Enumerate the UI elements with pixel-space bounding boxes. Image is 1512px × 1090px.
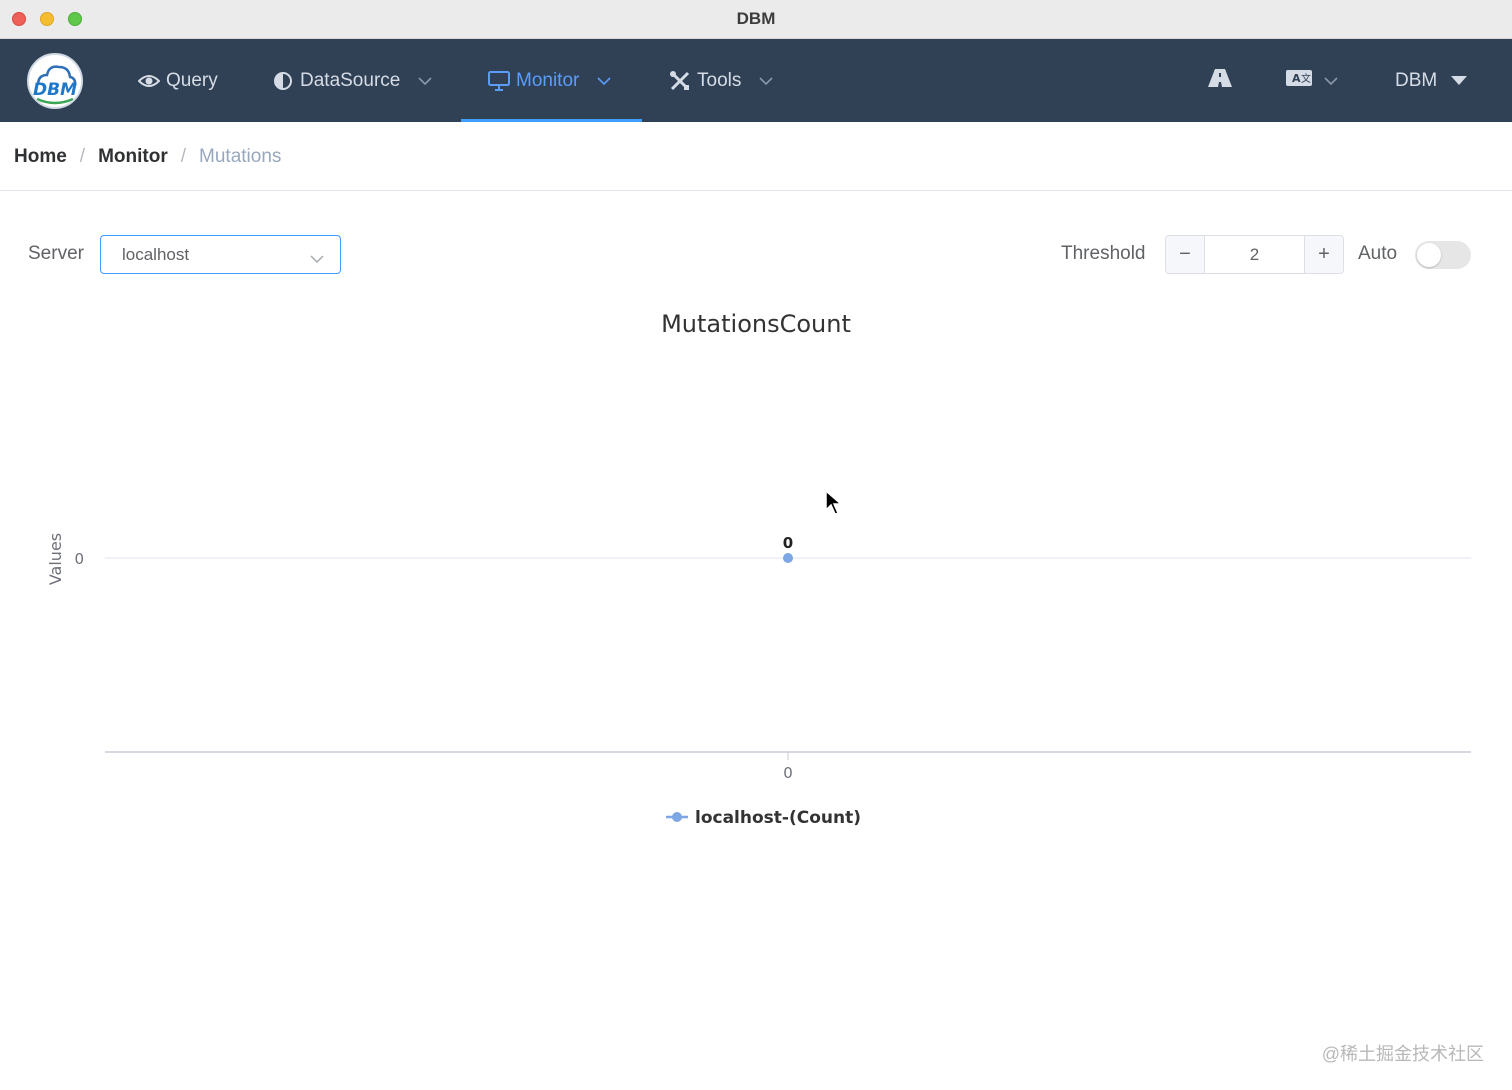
server-label: Server — [28, 243, 84, 264]
svg-text:文: 文 — [1301, 72, 1311, 85]
chevron-down-icon — [597, 76, 611, 85]
legend-marker — [672, 812, 682, 822]
window-titlebar: DBM — [0, 0, 1512, 39]
nav-tools[interactable]: Tools — [669, 39, 773, 122]
chart-canvas: MutationsCount Values 0 0 0 localhost-(C… — [46, 310, 1471, 828]
chevron-down-icon — [418, 76, 432, 85]
chart-legend[interactable]: localhost-(Count) — [666, 808, 861, 828]
threshold-label: Threshold — [1061, 243, 1146, 264]
nav-datasource[interactable]: DataSource — [272, 39, 432, 122]
legend-label: localhost-(Count) — [695, 808, 861, 828]
threshold-input[interactable]: 2 — [1205, 236, 1304, 273]
auto-toggle[interactable] — [1415, 241, 1471, 269]
svg-text:DBM: DBM — [33, 80, 77, 100]
y-axis-label: Values — [46, 533, 65, 585]
nav-query[interactable]: Query — [138, 39, 218, 122]
eye-icon — [138, 70, 160, 92]
translate-icon: A文 — [1286, 69, 1312, 92]
y-tick-label: 0 — [74, 550, 84, 568]
nav-monitor[interactable]: Monitor — [488, 39, 611, 122]
nav-query-label: Query — [166, 69, 218, 91]
monitor-icon — [488, 70, 510, 92]
nav-tools-label: Tools — [697, 69, 742, 91]
tools-icon — [669, 70, 691, 92]
app-logo[interactable]: DBM — [27, 53, 83, 109]
threshold-increase-button[interactable]: + — [1304, 236, 1343, 273]
svg-text:A: A — [1292, 72, 1301, 85]
breadcrumb: Home / Monitor / Mutations — [14, 146, 281, 168]
active-tab-indicator — [461, 119, 642, 122]
x-tick-label: 0 — [783, 764, 793, 782]
breadcrumb-monitor[interactable]: Monitor — [98, 146, 168, 168]
auto-label: Auto — [1358, 243, 1398, 264]
user-menu-label: DBM — [1395, 69, 1438, 91]
user-menu[interactable]: DBM — [1395, 39, 1468, 122]
window-title: DBM — [736, 9, 776, 28]
data-point[interactable] — [783, 553, 793, 563]
chart-title: MutationsCount — [661, 310, 851, 338]
mutations-chart: MutationsCount Values 0 0 0 localhost-(C… — [0, 290, 1512, 850]
breadcrumb-separator: / — [79, 146, 86, 167]
road-icon — [1208, 68, 1232, 93]
caret-down-icon — [1451, 76, 1468, 85]
half-circle-icon — [272, 70, 294, 92]
top-navbar: DBM Query DataSource Monitor Tools A 文 D… — [0, 39, 1512, 122]
chevron-down-icon — [310, 248, 324, 268]
road-icon-button[interactable] — [1208, 39, 1232, 122]
breadcrumb-divider — [0, 190, 1512, 191]
threshold-decrease-button[interactable]: − — [1166, 236, 1205, 273]
mouse-cursor — [824, 489, 844, 521]
nav-datasource-label: DataSource — [300, 69, 401, 91]
data-label: 0 — [783, 534, 793, 552]
threshold-stepper: − 2 + — [1165, 235, 1344, 274]
chevron-down-icon — [1324, 76, 1338, 85]
breadcrumb-home[interactable]: Home — [14, 146, 67, 168]
watermark: @稀土掘金技术社区 — [1321, 1044, 1484, 1064]
server-select[interactable]: localhost — [100, 235, 341, 274]
language-switcher[interactable]: A文 — [1286, 39, 1338, 122]
server-select-value: localhost — [122, 244, 190, 264]
breadcrumb-current: Mutations — [199, 146, 282, 167]
chevron-down-icon — [759, 76, 773, 85]
nav-monitor-label: Monitor — [516, 69, 580, 91]
breadcrumb-separator: / — [180, 146, 187, 167]
toggle-knob — [1417, 243, 1441, 267]
